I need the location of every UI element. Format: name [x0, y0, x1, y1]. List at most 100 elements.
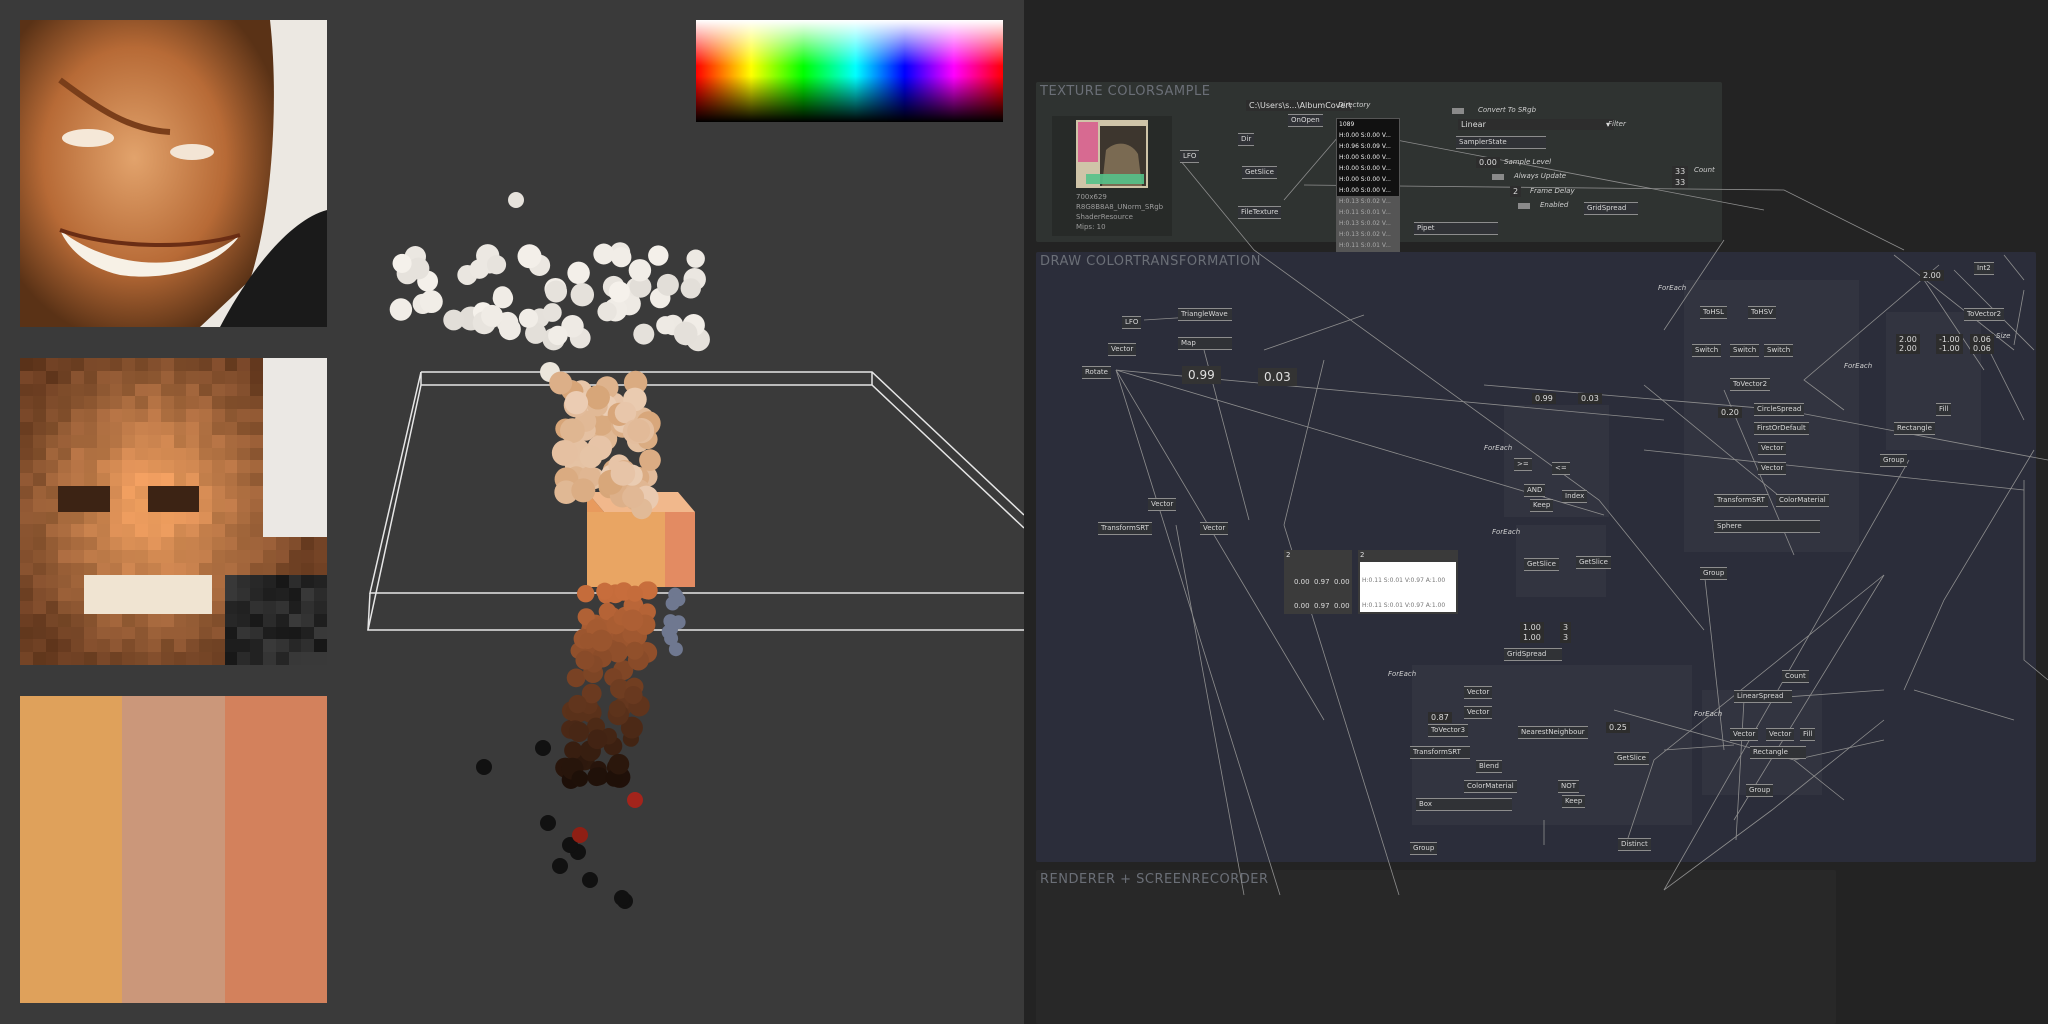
- transformsrt-node[interactable]: TransformSRT: [1098, 522, 1152, 535]
- size-input[interactable]: 0.06: [1970, 343, 1994, 354]
- distinct-node[interactable]: Distinct: [1618, 838, 1651, 851]
- value-100[interactable]: 1.00: [1520, 632, 1544, 643]
- pipet-node[interactable]: Pipet: [1414, 222, 1498, 235]
- transformsrt-node[interactable]: TransformSRT: [1714, 494, 1768, 507]
- map-node[interactable]: Map: [1178, 337, 1232, 350]
- sample-level-input[interactable]: 0.00: [1476, 157, 1500, 168]
- value-table[interactable]: 2 0.00 0.97 0.00 0.00 0.97 0.00: [1284, 550, 1352, 614]
- and-node[interactable]: AND: [1524, 484, 1546, 497]
- rotate-node[interactable]: Rotate: [1082, 366, 1111, 379]
- tovector3-node[interactable]: ToVector3: [1428, 724, 1469, 737]
- getslice-node[interactable]: GetSlice: [1614, 752, 1649, 765]
- spread-row[interactable]: H:0.00 S:0.00 V...: [1337, 152, 1399, 163]
- always-update-toggle[interactable]: [1492, 174, 1504, 180]
- fill-node[interactable]: Fill: [1936, 403, 1952, 416]
- switch-node[interactable]: Switch: [1730, 344, 1760, 357]
- vector-node[interactable]: Vector: [1758, 442, 1787, 455]
- samplerstate-node[interactable]: SamplerState: [1456, 136, 1546, 149]
- color-sample-sphere: [639, 449, 661, 471]
- patch-editor[interactable]: TEXTURE COLORSAMPLE DRAW COLORTRANSFORMA…: [1024, 0, 2048, 1024]
- vector-node[interactable]: Vector: [1730, 728, 1759, 741]
- spread-row[interactable]: H:0.96 S:0.09 V...: [1337, 141, 1399, 152]
- tovector2-node[interactable]: ToVector2: [1730, 378, 1771, 391]
- group-node[interactable]: Group: [1746, 784, 1774, 797]
- vector-node[interactable]: Vector: [1464, 706, 1493, 719]
- vector-node[interactable]: Vector: [1148, 498, 1177, 511]
- spread-row[interactable]: H:0.13 S:0.02 V...: [1337, 196, 1399, 207]
- spread-row[interactable]: H:0.00 S:0.00 V...: [1337, 174, 1399, 185]
- spread-row[interactable]: H:0.00 S:0.00 V...: [1337, 163, 1399, 174]
- tohsv-node[interactable]: ToHSV: [1748, 306, 1776, 319]
- size-input[interactable]: -1.00: [1936, 343, 1963, 354]
- size-input[interactable]: 2.00: [1896, 343, 1920, 354]
- box-node[interactable]: Box: [1416, 798, 1512, 811]
- spread-row[interactable]: H:0.00 S:0.00 V...: [1337, 185, 1399, 196]
- onopen-node[interactable]: OnOpen: [1288, 114, 1323, 127]
- keep-node[interactable]: Keep: [1530, 499, 1554, 512]
- sphere-node[interactable]: Sphere: [1714, 520, 1820, 533]
- texture-preview-node[interactable]: 700x629 R8G8B8A8_UNorm_SRgb ShaderResour…: [1052, 116, 1172, 236]
- keep-node[interactable]: Keep: [1562, 795, 1586, 808]
- vector-node[interactable]: Vector: [1200, 522, 1229, 535]
- lfo-node[interactable]: LFO: [1180, 150, 1200, 163]
- spread-row[interactable]: H:0.13 S:0.02 V...: [1337, 229, 1399, 240]
- getslice-node[interactable]: GetSlice: [1242, 166, 1277, 179]
- switch-node[interactable]: Switch: [1692, 344, 1722, 357]
- enabled-toggle[interactable]: [1518, 203, 1530, 209]
- vector-node[interactable]: Vector: [1766, 728, 1795, 741]
- colormaterial-node[interactable]: ColorMaterial: [1464, 780, 1517, 793]
- gridspread-node[interactable]: GridSpread: [1584, 202, 1638, 215]
- color-spread-listbox[interactable]: 1089 H:0.00 S:0.00 V... H:0.96 S:0.09 V.…: [1336, 118, 1400, 252]
- getslice-node[interactable]: GetSlice: [1524, 558, 1559, 571]
- rectangle-node[interactable]: Rectangle: [1894, 422, 1935, 435]
- nearestneighbour-node[interactable]: NearestNeighbour: [1518, 726, 1588, 739]
- switch-node[interactable]: Switch: [1764, 344, 1794, 357]
- value-003-b[interactable]: 0.03: [1578, 393, 1602, 404]
- firstordefault-node[interactable]: FirstOrDefault: [1754, 422, 1809, 435]
- linearspread-node[interactable]: LinearSpread: [1734, 690, 1792, 703]
- value-087[interactable]: 0.87: [1428, 712, 1452, 723]
- count-node[interactable]: Count: [1782, 670, 1809, 683]
- spread-row[interactable]: H:0.00 S:0.00 V...: [1337, 130, 1399, 141]
- blend-node[interactable]: Blend: [1476, 760, 1502, 773]
- vector-node[interactable]: Vector: [1758, 462, 1787, 475]
- ge-node[interactable]: >=: [1514, 458, 1532, 471]
- value-099-b[interactable]: 0.99: [1532, 393, 1556, 404]
- index-node[interactable]: Index: [1562, 490, 1588, 503]
- le-node[interactable]: <=: [1552, 462, 1570, 475]
- filetexture-node[interactable]: FileTexture: [1238, 206, 1282, 219]
- gridspread-node[interactable]: GridSpread: [1504, 648, 1562, 661]
- circlespread-node[interactable]: CircleSpread: [1754, 403, 1805, 416]
- value-3[interactable]: 3: [1560, 632, 1572, 643]
- filter-dropdown[interactable]: Linear ▾: [1458, 119, 1614, 130]
- colormaterial-node[interactable]: ColorMaterial: [1776, 494, 1829, 507]
- value-200[interactable]: 2.00: [1920, 270, 1944, 281]
- transformsrt-node[interactable]: TransformSRT: [1410, 746, 1470, 759]
- value-box-099[interactable]: 0.99: [1182, 366, 1221, 384]
- tovector2-node[interactable]: ToVector2: [1964, 308, 2005, 321]
- value-025[interactable]: 0.25: [1606, 722, 1630, 733]
- lfo-node[interactable]: LFO: [1122, 316, 1142, 329]
- vector-node[interactable]: Vector: [1108, 343, 1137, 356]
- trianglewave-node[interactable]: TriangleWave: [1178, 308, 1232, 321]
- group-node[interactable]: Group: [1700, 567, 1728, 580]
- spread-row[interactable]: H:0.11 S:0.01 V...: [1337, 240, 1399, 251]
- frame-delay-input[interactable]: 2: [1510, 186, 1522, 197]
- group-node[interactable]: Group: [1410, 842, 1438, 855]
- spread-row[interactable]: H:0.11 S:0.01 V...: [1337, 207, 1399, 218]
- not-node[interactable]: NOT: [1558, 780, 1580, 793]
- convert-srgb-toggle[interactable]: [1452, 108, 1464, 114]
- count-input-b[interactable]: 33: [1672, 177, 1689, 188]
- group-node[interactable]: Group: [1880, 454, 1908, 467]
- tohsl-node[interactable]: ToHSL: [1700, 306, 1727, 319]
- int2-node[interactable]: Int2: [1974, 262, 1994, 275]
- rectangle-node[interactable]: Rectangle: [1750, 746, 1806, 759]
- dir-node[interactable]: Dir: [1238, 133, 1255, 146]
- fill-node[interactable]: Fill: [1800, 728, 1816, 741]
- getslice-node[interactable]: GetSlice: [1576, 556, 1611, 569]
- spread-row[interactable]: H:0.13 S:0.02 V...: [1337, 218, 1399, 229]
- value-box-003[interactable]: 0.03: [1258, 368, 1297, 386]
- vector-node[interactable]: Vector: [1464, 686, 1493, 699]
- count-input-a[interactable]: 33: [1672, 166, 1689, 177]
- value-020[interactable]: 0.20: [1718, 407, 1742, 418]
